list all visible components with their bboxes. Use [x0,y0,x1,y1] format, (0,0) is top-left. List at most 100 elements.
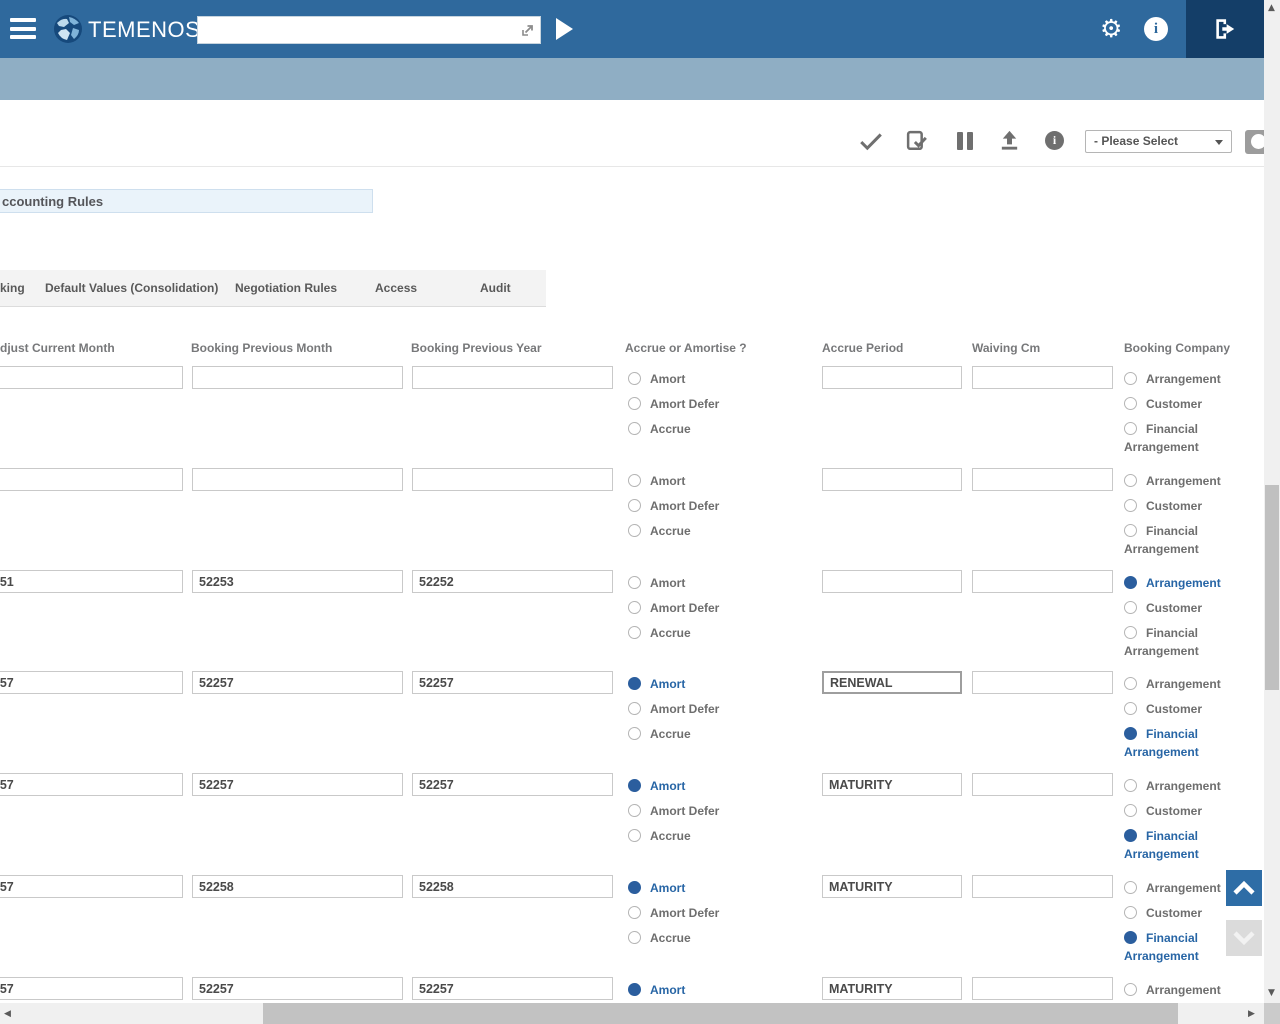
hold-icon[interactable] [954,130,976,157]
scroll-left-arrow-icon[interactable]: ◀ [4,1009,11,1019]
accrue-period-input[interactable] [822,366,962,389]
amort-radio[interactable]: Amort [628,472,685,490]
customer-radio[interactable]: Customer [1124,599,1228,617]
commit-icon[interactable] [858,128,884,159]
financial-arrangement-radio[interactable]: Financial Arrangement [1124,929,1228,965]
arrangement-radio[interactable]: Arrangement [1124,675,1228,693]
financial-arrangement-radio[interactable]: Financial Arrangement [1124,827,1228,863]
waiving-cm-input[interactable] [972,977,1113,1000]
booking-previous-month-input[interactable] [192,875,403,898]
waiving-cm-input[interactable] [972,468,1113,491]
action-select[interactable]: - Please Select [1085,130,1232,153]
command-line-input[interactable] [202,18,512,42]
arrangement-radio[interactable]: Arrangement [1124,981,1228,999]
financial-arrangement-radio[interactable]: Financial Arrangement [1124,624,1228,660]
accrue-period-input[interactable] [822,671,962,694]
waiving-cm-input[interactable] [972,366,1113,389]
customer-radio[interactable]: Customer [1124,700,1228,718]
booking-previous-year-input[interactable] [412,977,613,1000]
booking-previous-year-input[interactable] [412,468,613,491]
booking-previous-month-input[interactable] [192,977,403,1000]
booking-previous-year-input[interactable] [412,366,613,389]
accrue-period-input[interactable] [822,468,962,491]
financial-arrangement-radio[interactable]: Financial Arrangement [1124,420,1228,456]
toolbar-info-icon[interactable]: i [1045,131,1064,150]
adjust-current-month-input[interactable] [0,977,183,1000]
customer-radio[interactable]: Customer [1124,802,1228,820]
accrue-period-input[interactable] [822,977,962,1000]
booking-previous-month-input[interactable] [192,773,403,796]
booking-previous-year-input[interactable] [412,875,613,898]
adjust-current-month-input[interactable] [0,671,183,694]
tab-audit[interactable]: Audit [480,281,511,295]
accrue-radio[interactable]: Accrue [628,420,691,438]
upload-icon[interactable] [998,129,1021,157]
financial-arrangement-radio[interactable]: Financial Arrangement [1124,522,1228,558]
horizontal-scrollbar-thumb[interactable] [263,1003,1178,1024]
arrangement-radio[interactable]: Arrangement [1124,370,1228,388]
info-icon[interactable]: i [1144,17,1168,41]
validate-icon[interactable] [905,129,930,159]
adjust-current-month-input[interactable] [0,468,183,491]
amort-radio[interactable]: Amort [628,574,685,592]
waiving-cm-input[interactable] [972,671,1113,694]
run-icon[interactable] [556,18,573,40]
booking-previous-year-input[interactable] [412,671,613,694]
scroll-down-arrow-icon[interactable]: ▼ [1268,988,1275,998]
amort-defer-radio[interactable]: Amort Defer [628,599,719,617]
booking-previous-month-input[interactable] [192,366,403,389]
amort-radio[interactable]: Amort [628,777,685,795]
scroll-up-arrow-icon[interactable]: ▲ [1268,3,1275,13]
tab-default-values-consolidation[interactable]: Default Values (Consolidation) [45,281,218,295]
customer-radio[interactable]: Customer [1124,904,1228,922]
tab-booking-clipped[interactable]: king [0,281,25,295]
accrue-radio[interactable]: Accrue [628,624,691,642]
adjust-current-month-input[interactable] [0,366,183,389]
waiving-cm-input[interactable] [972,773,1113,796]
adjust-current-month-input[interactable] [0,773,183,796]
arrangement-radio[interactable]: Arrangement [1124,777,1228,795]
hamburger-menu-icon[interactable] [10,18,36,39]
arrangement-radio[interactable]: Arrangement [1124,472,1228,490]
waiving-cm-input[interactable] [972,875,1113,898]
amort-defer-radio[interactable]: Amort Defer [628,395,719,413]
booking-previous-month-input[interactable] [192,570,403,593]
financial-arrangement-radio[interactable]: Financial Arrangement [1124,725,1228,761]
vertical-scrollbar[interactable]: ▲ ▼ [1264,0,1280,1003]
amort-radio[interactable]: Amort [628,879,685,897]
sign-out-button[interactable] [1186,0,1264,58]
accrue-radio[interactable]: Accrue [628,929,691,947]
tab-access[interactable]: Access [375,281,417,295]
horizontal-scrollbar[interactable]: ◀ ▶ [0,1003,1264,1024]
scroll-to-top-button[interactable] [1226,870,1262,906]
amort-defer-radio[interactable]: Amort Defer [628,802,719,820]
booking-previous-year-input[interactable] [412,570,613,593]
scroll-to-bottom-button[interactable] [1226,920,1262,956]
adjust-current-month-input[interactable] [0,875,183,898]
accrue-period-input[interactable] [822,570,962,593]
accrue-radio[interactable]: Accrue [628,827,691,845]
amort-radio[interactable]: Amort [628,370,685,388]
arrangement-radio[interactable]: Arrangement [1124,879,1228,897]
accrue-period-input[interactable] [822,773,962,796]
vertical-scrollbar-thumb[interactable] [1265,485,1279,690]
waiving-cm-input[interactable] [972,570,1113,593]
tab-negotiation-rules[interactable]: Negotiation Rules [235,281,337,295]
amort-defer-radio[interactable]: Amort Defer [628,904,719,922]
amort-defer-radio[interactable]: Amort Defer [628,700,719,718]
customer-radio[interactable]: Customer [1124,497,1228,515]
amort-radio[interactable]: Amort [628,981,685,999]
command-go-icon[interactable] [519,22,535,38]
accrue-radio[interactable]: Accrue [628,725,691,743]
adjust-current-month-input[interactable] [0,570,183,593]
amort-radio[interactable]: Amort [628,675,685,693]
arrangement-radio[interactable]: Arrangement [1124,574,1228,592]
amort-defer-radio[interactable]: Amort Defer [628,497,719,515]
booking-previous-year-input[interactable] [412,773,613,796]
customer-radio[interactable]: Customer [1124,395,1228,413]
scroll-right-arrow-icon[interactable]: ▶ [1248,1009,1255,1019]
accrue-period-input[interactable] [822,875,962,898]
gear-icon[interactable]: ⚙ [1100,16,1122,42]
accrue-radio[interactable]: Accrue [628,522,691,540]
booking-previous-month-input[interactable] [192,468,403,491]
